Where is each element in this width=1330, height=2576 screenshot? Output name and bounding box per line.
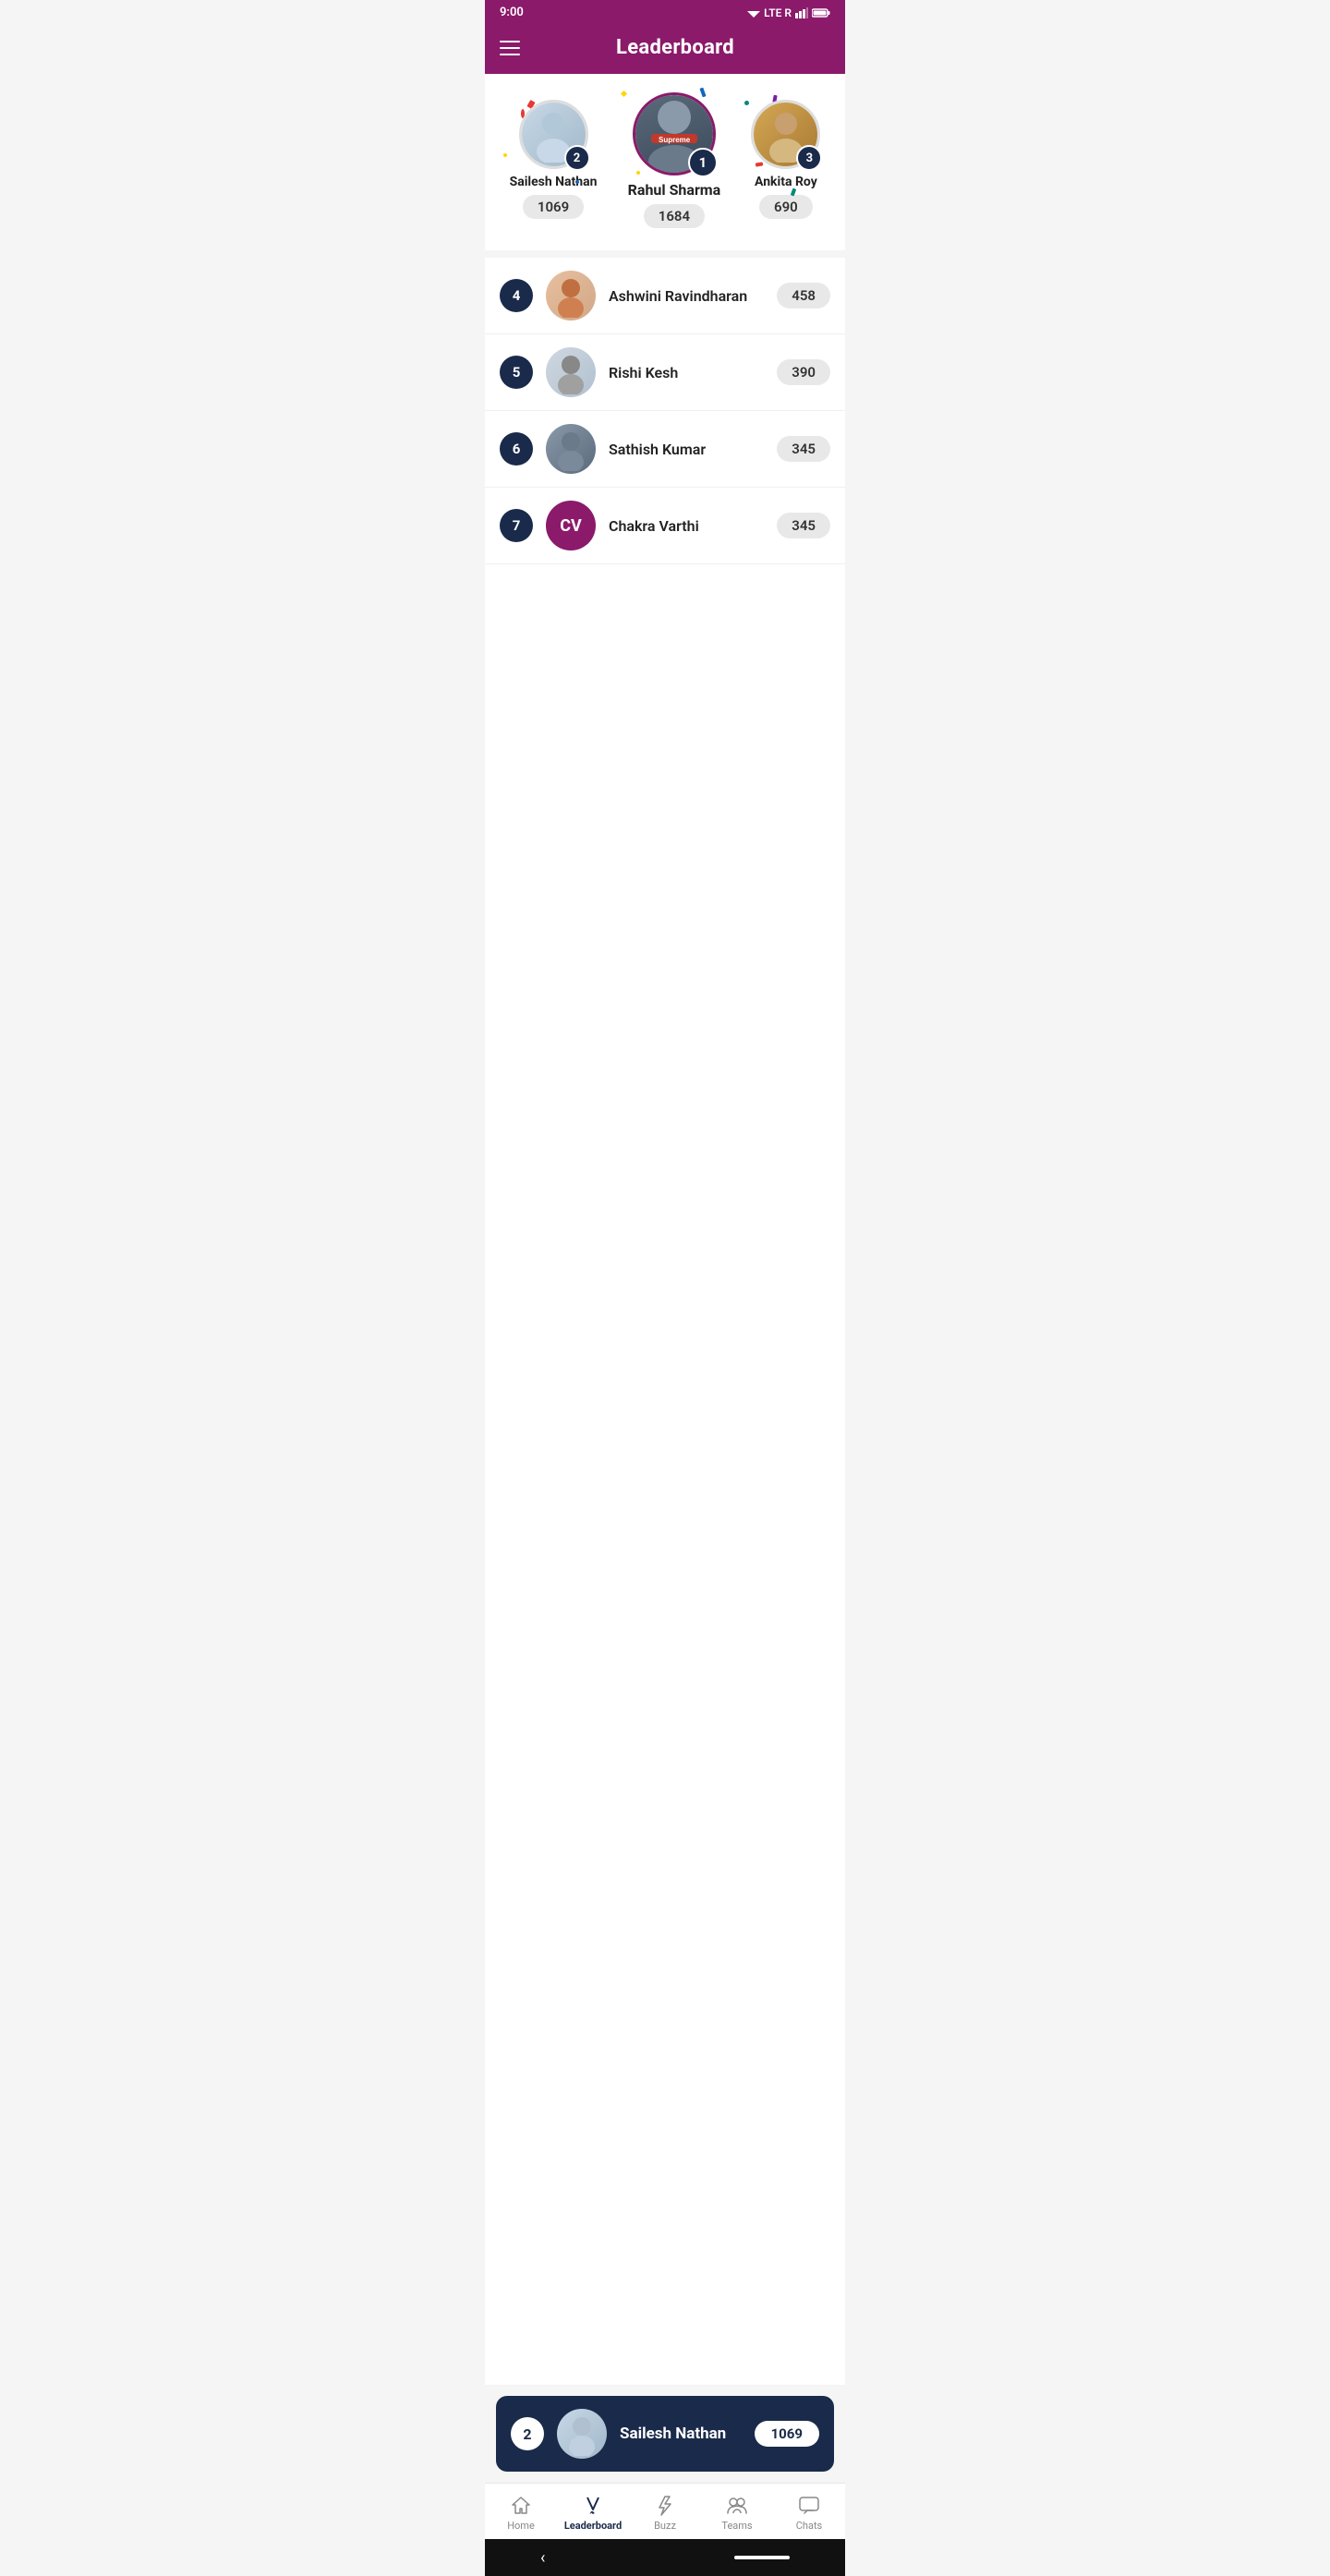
rank-badge-2: 2 — [564, 145, 590, 171]
avatar-wrapper-2: 2 — [519, 100, 588, 169]
rank-circle-4: 4 — [500, 279, 533, 312]
player-name-1: Rahul Sharma — [628, 181, 721, 199]
list-name-5: Rishi Kesh — [609, 364, 764, 381]
person-icon-5 — [552, 350, 589, 394]
nav-item-teams[interactable]: Teams — [701, 2491, 773, 2535]
leaderboard-icon — [582, 2495, 604, 2517]
list-score-7: 345 — [777, 513, 830, 538]
nav-item-home[interactable]: Home — [485, 2491, 557, 2535]
nav-item-buzz[interactable]: Buzz — [629, 2491, 701, 2535]
podium-player-3: 3 Ankita Roy 690 — [751, 100, 820, 228]
nav-item-chats[interactable]: Chats — [773, 2491, 845, 2535]
player-name-3: Ankita Roy — [755, 175, 817, 189]
score-pill-1: 1684 — [644, 204, 705, 228]
nav-item-leaderboard[interactable]: Leaderboard — [557, 2491, 629, 2535]
wifi-icon — [747, 7, 760, 18]
time: 9:00 — [500, 6, 524, 19]
rank-circle-6: 6 — [500, 432, 533, 466]
lte-label: LTE R — [764, 6, 792, 19]
list-avatar-6 — [546, 424, 596, 474]
current-user-score: 1069 — [755, 2421, 819, 2447]
menu-button[interactable] — [500, 41, 520, 55]
bottom-nav: Home Leaderboard Buzz — [485, 2483, 845, 2539]
signal-icon — [795, 7, 808, 18]
list-avatar-5 — [546, 347, 596, 397]
podium-row: 2 Sailesh Nathan 1069 Supreme — [494, 92, 836, 228]
chats-icon — [798, 2495, 820, 2517]
battery-icon — [812, 7, 830, 18]
list-item: 4 Ashwini Ravindharan 458 — [485, 258, 845, 334]
avatar-wrapper-1: Supreme 1 — [633, 92, 716, 175]
list-name-6: Sathish Kumar — [609, 441, 764, 458]
list-score-4: 458 — [777, 283, 830, 308]
current-user-icon — [563, 2412, 600, 2456]
nav-label-teams: Teams — [721, 2520, 752, 2532]
list-avatar-4 — [546, 271, 596, 320]
list-item: 6 Sathish Kumar 345 — [485, 411, 845, 488]
list-item: 7 CV Chakra Varthi 345 — [485, 488, 845, 564]
score-pill-2: 1069 — [523, 195, 584, 219]
rank-badge-1: 1 — [688, 148, 718, 177]
rank-circle-7: 7 — [500, 509, 533, 542]
person-icon-4 — [552, 273, 589, 318]
nav-label-buzz: Buzz — [654, 2520, 676, 2532]
buzz-icon — [654, 2495, 676, 2517]
avatar-wrapper-3: 3 — [751, 100, 820, 169]
podium-player-2: 2 Sailesh Nathan 1069 — [510, 100, 598, 228]
list-item: 5 Rishi Kesh 390 — [485, 334, 845, 411]
current-user-rank: 2 — [511, 2417, 544, 2450]
home-indicator[interactable] — [734, 2556, 790, 2559]
header: Leaderboard — [485, 25, 845, 74]
rank-circle-5: 5 — [500, 356, 533, 389]
score-pill-3: 690 — [759, 195, 813, 219]
podium-player-1: Supreme 1 Rahul Sharma 1684 — [628, 92, 721, 228]
system-nav-bar: ‹ — [485, 2539, 845, 2576]
list-score-5: 390 — [777, 359, 830, 385]
home-icon — [510, 2495, 532, 2517]
nav-label-home: Home — [507, 2520, 535, 2532]
person-icon-6 — [552, 427, 589, 471]
list-score-6: 345 — [777, 436, 830, 462]
player-name-2: Sailesh Nathan — [510, 175, 598, 189]
page-title: Leaderboard — [520, 36, 830, 59]
list-name-4: Ashwini Ravindharan — [609, 287, 764, 305]
teams-icon — [726, 2495, 748, 2517]
current-user-bar: 2 Sailesh Nathan 1069 — [496, 2396, 834, 2472]
back-button[interactable]: ‹ — [540, 2548, 545, 2568]
list-name-7: Chakra Varthi — [609, 517, 764, 535]
status-bar: 9:00 LTE R — [485, 0, 845, 25]
nav-label-leaderboard: Leaderboard — [564, 2520, 622, 2532]
rank-badge-3: 3 — [796, 145, 822, 171]
status-icons: LTE R — [747, 6, 830, 19]
leaderboard-list: 4 Ashwini Ravindharan 458 5 Rishi Kesh 3… — [485, 258, 845, 2385]
list-avatar-7: CV — [546, 501, 596, 550]
current-user-name: Sailesh Nathan — [620, 2425, 742, 2443]
svg-text:Supreme: Supreme — [659, 136, 691, 144]
nav-label-chats: Chats — [796, 2520, 822, 2532]
current-user-avatar — [557, 2409, 607, 2459]
podium-section: 2 Sailesh Nathan 1069 Supreme — [485, 74, 845, 250]
